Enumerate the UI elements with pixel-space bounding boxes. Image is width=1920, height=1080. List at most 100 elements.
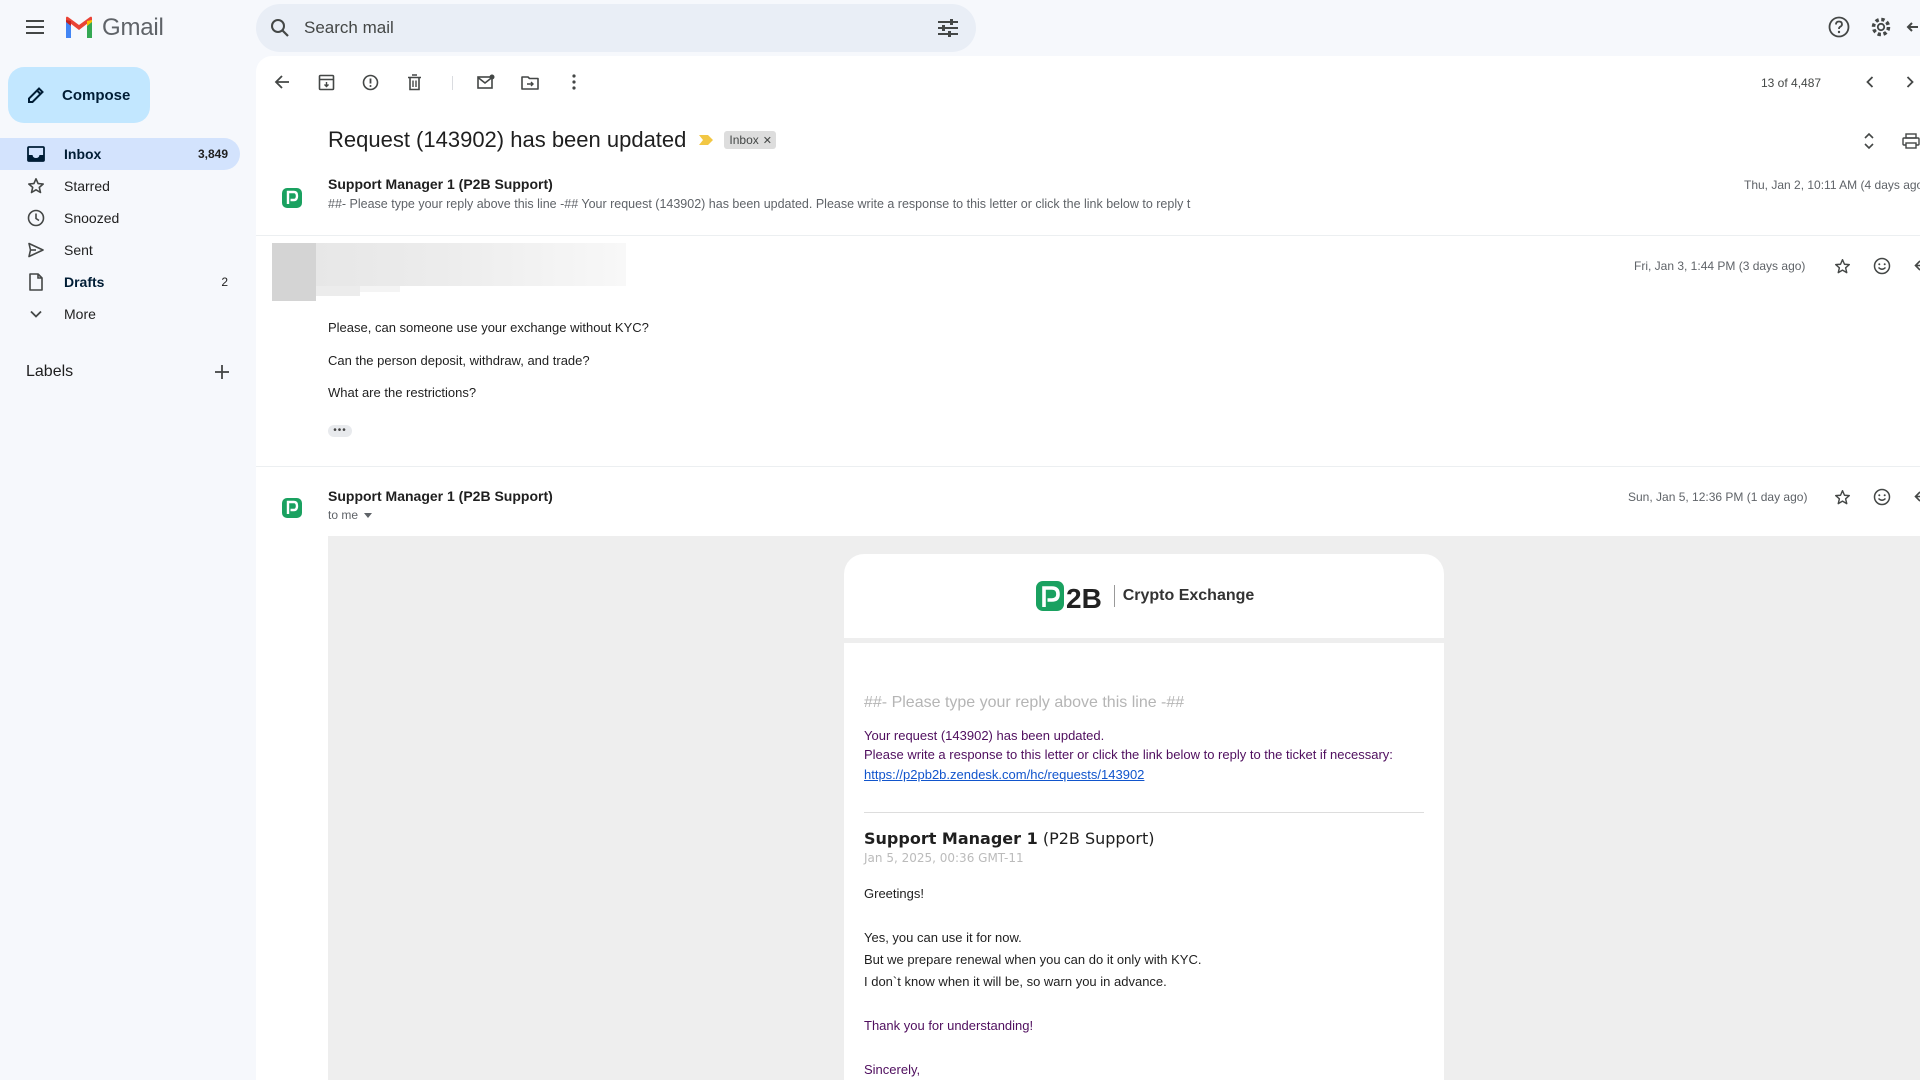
archive-icon[interactable] <box>310 66 342 98</box>
message-date: Sun, Jan 5, 12:36 PM (1 day ago) <box>1628 490 1808 504</box>
caret-down-icon <box>364 512 373 518</box>
mailbox-nav: Inbox 3,849 Starred Snoozed Sent Drafts … <box>0 138 240 330</box>
nav-label: Inbox <box>64 146 102 162</box>
gmail-logo[interactable]: Gmail <box>64 14 164 42</box>
draft-icon <box>26 272 46 292</box>
message-snippet: ##- Please type your reply above this li… <box>328 197 1191 211</box>
agent-signature-name: Support Manager 1 (P2B Support) <box>864 829 1154 848</box>
back-arrow-icon[interactable] <box>266 66 298 98</box>
reply-line: But we prepare renewal when you can do i… <box>864 952 1202 967</box>
star-icon <box>26 176 46 196</box>
search-input[interactable] <box>304 18 926 38</box>
more-vertical-icon[interactable] <box>558 66 590 98</box>
brand-tagline: Crypto Exchange <box>1122 587 1255 604</box>
nav-label: Drafts <box>64 274 105 290</box>
email-brand-header: 2B Crypto Exchange <box>844 554 1444 638</box>
inbox-icon <box>26 144 46 164</box>
nav-label: Starred <box>64 178 110 194</box>
labels-title: Labels <box>26 363 74 380</box>
left-sidebar: Compose Inbox 3,849 Starred Snoozed Sent… <box>0 54 256 1080</box>
header-divider-strip <box>844 638 1444 643</box>
svg-text:2B: 2B <box>1066 583 1102 613</box>
redacted-sender-block <box>272 243 626 303</box>
send-icon <box>26 240 46 260</box>
recipient-details-toggle[interactable]: to me <box>328 508 373 522</box>
thread-subject-row: Request (143902) has been updated Inbox … <box>328 124 776 156</box>
recipient-text: to me <box>328 508 359 522</box>
main-menu-icon[interactable] <box>20 11 52 43</box>
star-icon[interactable] <box>1828 252 1856 280</box>
mark-unread-icon[interactable] <box>470 66 502 98</box>
p2b-logo-icon <box>282 498 302 518</box>
search-bar[interactable] <box>256 4 976 52</box>
message-date: Fri, Jan 3, 1:44 PM (3 days ago) <box>1634 259 1806 273</box>
emoji-react-icon[interactable] <box>1868 252 1896 280</box>
print-icon[interactable] <box>1896 126 1920 156</box>
sender-name: Support Manager 1 (P2B Support) <box>328 176 553 192</box>
reply-arrow-icon[interactable] <box>1908 483 1920 511</box>
search-icon[interactable] <box>256 4 304 52</box>
message-date: Thu, Jan 2, 10:11 AM (4 days ago) <box>1744 178 1920 192</box>
chevron-down-icon <box>26 304 46 324</box>
reply-above-line-hint: ##- Please type your reply above this li… <box>864 694 1185 711</box>
importance-marker-icon[interactable] <box>698 134 714 146</box>
pencil-icon <box>28 87 44 103</box>
delete-trash-icon[interactable] <box>398 66 430 98</box>
message-view: 13 of 4,487 Request (143902) has been up… <box>256 56 1920 1080</box>
show-trimmed-content-button[interactable]: ••• <box>328 425 352 437</box>
top-header: Gmail <box>0 0 1920 54</box>
star-icon[interactable] <box>1828 483 1856 511</box>
reply-line: I don`t know when it will be, so warn yo… <box>864 974 1167 989</box>
gmail-wordmark: Gmail <box>102 14 164 41</box>
nav-item-more[interactable]: More <box>0 298 240 330</box>
brand-separator <box>1113 585 1115 607</box>
compose-label: Compose <box>62 86 131 104</box>
content-divider <box>864 812 1424 813</box>
nav-item-sent[interactable]: Sent <box>0 234 240 266</box>
support-panel-icon[interactable] <box>1904 10 1920 44</box>
reply-instructions: Please write a response to this letter o… <box>864 747 1393 762</box>
sender-avatar <box>272 178 312 218</box>
expand-all-icon[interactable] <box>1854 126 1884 156</box>
label-chip-inbox[interactable]: Inbox ✕ <box>724 131 776 149</box>
report-spam-icon[interactable] <box>354 66 386 98</box>
nav-item-starred[interactable]: Starred <box>0 170 240 202</box>
reply-signoff: Sincerely, <box>864 1062 921 1077</box>
reply-line: Yes, you can use it for now. <box>864 930 1022 945</box>
nav-item-inbox[interactable]: Inbox 3,849 <box>0 138 240 170</box>
search-options-icon[interactable] <box>926 6 970 50</box>
reply-thanks: Thank you for understanding! <box>864 1018 1034 1033</box>
message-body-line: What are the restrictions? <box>328 385 477 400</box>
nav-label: Snoozed <box>64 210 120 226</box>
pagination-count: 13 of 4,487 <box>1761 76 1822 90</box>
move-to-folder-icon[interactable] <box>514 66 546 98</box>
ticket-link[interactable]: https://p2pb2b.zendesk.com/hc/requests/1… <box>864 767 1144 782</box>
toolbar-divider <box>452 76 453 90</box>
clock-icon <box>26 208 46 228</box>
reply-greeting: Greetings! <box>864 886 924 901</box>
older-chevron-right-icon[interactable] <box>1894 66 1920 98</box>
label-chip-text: Inbox <box>729 133 759 147</box>
message-divider <box>256 235 1920 236</box>
update-notice: Your request (143902) has been updated. <box>864 728 1105 743</box>
nav-count: 3,849 <box>197 147 228 161</box>
message-divider <box>256 466 1920 467</box>
nav-item-snoozed[interactable]: Snoozed <box>0 202 240 234</box>
p2b-logo-icon <box>282 188 302 208</box>
help-icon[interactable] <box>1822 10 1856 44</box>
nav-item-drafts[interactable]: Drafts 2 <box>0 266 240 298</box>
settings-gear-icon[interactable] <box>1864 10 1898 44</box>
emoji-react-icon[interactable] <box>1868 483 1896 511</box>
labels-section: Labels <box>26 356 236 388</box>
reply-arrow-icon[interactable] <box>1908 252 1920 280</box>
nav-label: Sent <box>64 242 93 258</box>
agent-name: Support Manager 1 <box>864 829 1038 848</box>
message-toolbar: 13 of 4,487 <box>256 56 1920 108</box>
nav-label: More <box>64 306 96 322</box>
add-label-icon[interactable] <box>208 358 236 386</box>
newer-chevron-left-icon[interactable] <box>1854 66 1886 98</box>
agent-reply-date: Jan 5, 2025, 00:36 GMT-11 <box>864 851 1024 865</box>
compose-button[interactable]: Compose <box>8 67 150 123</box>
email-card: 2B Crypto Exchange ##- Please type your … <box>844 554 1444 1080</box>
remove-label-close-icon[interactable]: ✕ <box>763 134 772 147</box>
